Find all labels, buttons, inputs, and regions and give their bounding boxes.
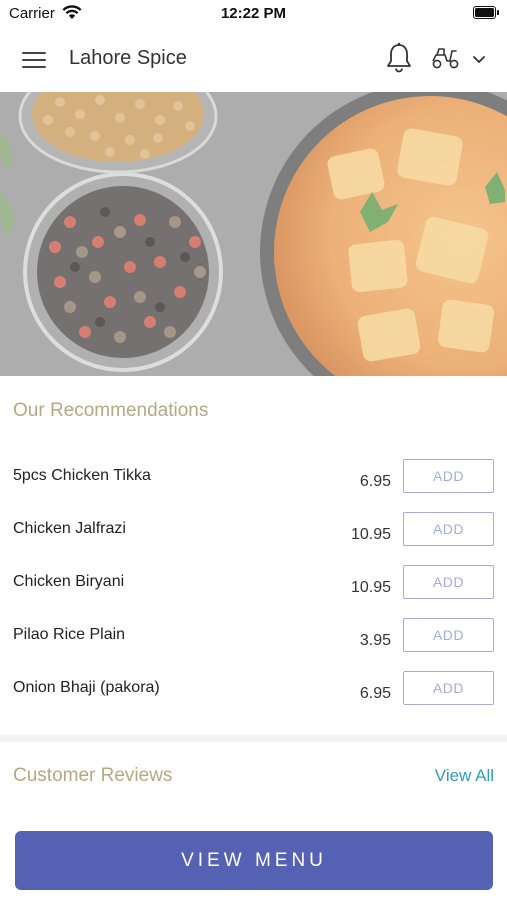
bell-icon[interactable] [385, 42, 413, 79]
add-button[interactable]: ADD [403, 671, 494, 705]
battery-icon [473, 6, 499, 19]
add-button[interactable]: ADD [403, 512, 494, 546]
view-all-link[interactable]: View All [435, 766, 494, 786]
menu-item-row: Onion Bhaji (pakora) 6.95 ADD [0, 671, 507, 732]
app-header: Lahore Spice [0, 28, 507, 93]
view-menu-button[interactable]: VIEW MENU [15, 831, 493, 890]
chevron-down-icon[interactable] [472, 52, 486, 70]
restaurant-title: Lahore Spice [69, 47, 187, 69]
status-bar: Carrier 12:22 PM [0, 0, 507, 28]
section-divider [0, 735, 507, 742]
add-button[interactable]: ADD [403, 565, 494, 599]
scooter-icon[interactable] [431, 46, 461, 75]
menu-item-price: 3.95 [359, 632, 391, 649]
menu-item-name: Pilao Rice Plain [13, 626, 126, 643]
recommendations-title: Our Recommendations [13, 400, 209, 421]
menu-item-price: 6.95 [359, 473, 391, 490]
menu-item-price: 10.95 [350, 526, 391, 543]
menu-item-name: 5pcs Chicken Tikka [13, 467, 151, 484]
menu-icon[interactable] [22, 48, 48, 70]
add-button[interactable]: ADD [403, 459, 494, 493]
menu-item-price: 10.95 [350, 579, 391, 596]
menu-item-name: Chicken Biryani [13, 573, 125, 590]
menu-item-price: 6.95 [359, 685, 391, 702]
status-time: 12:22 PM [220, 5, 287, 22]
menu-item-name: Onion Bhaji (pakora) [13, 679, 160, 696]
hero-image [0, 92, 507, 376]
menu-item-name: Chicken Jalfrazi [13, 520, 126, 537]
reviews-title: Customer Reviews [13, 765, 173, 786]
add-button[interactable]: ADD [403, 618, 494, 652]
